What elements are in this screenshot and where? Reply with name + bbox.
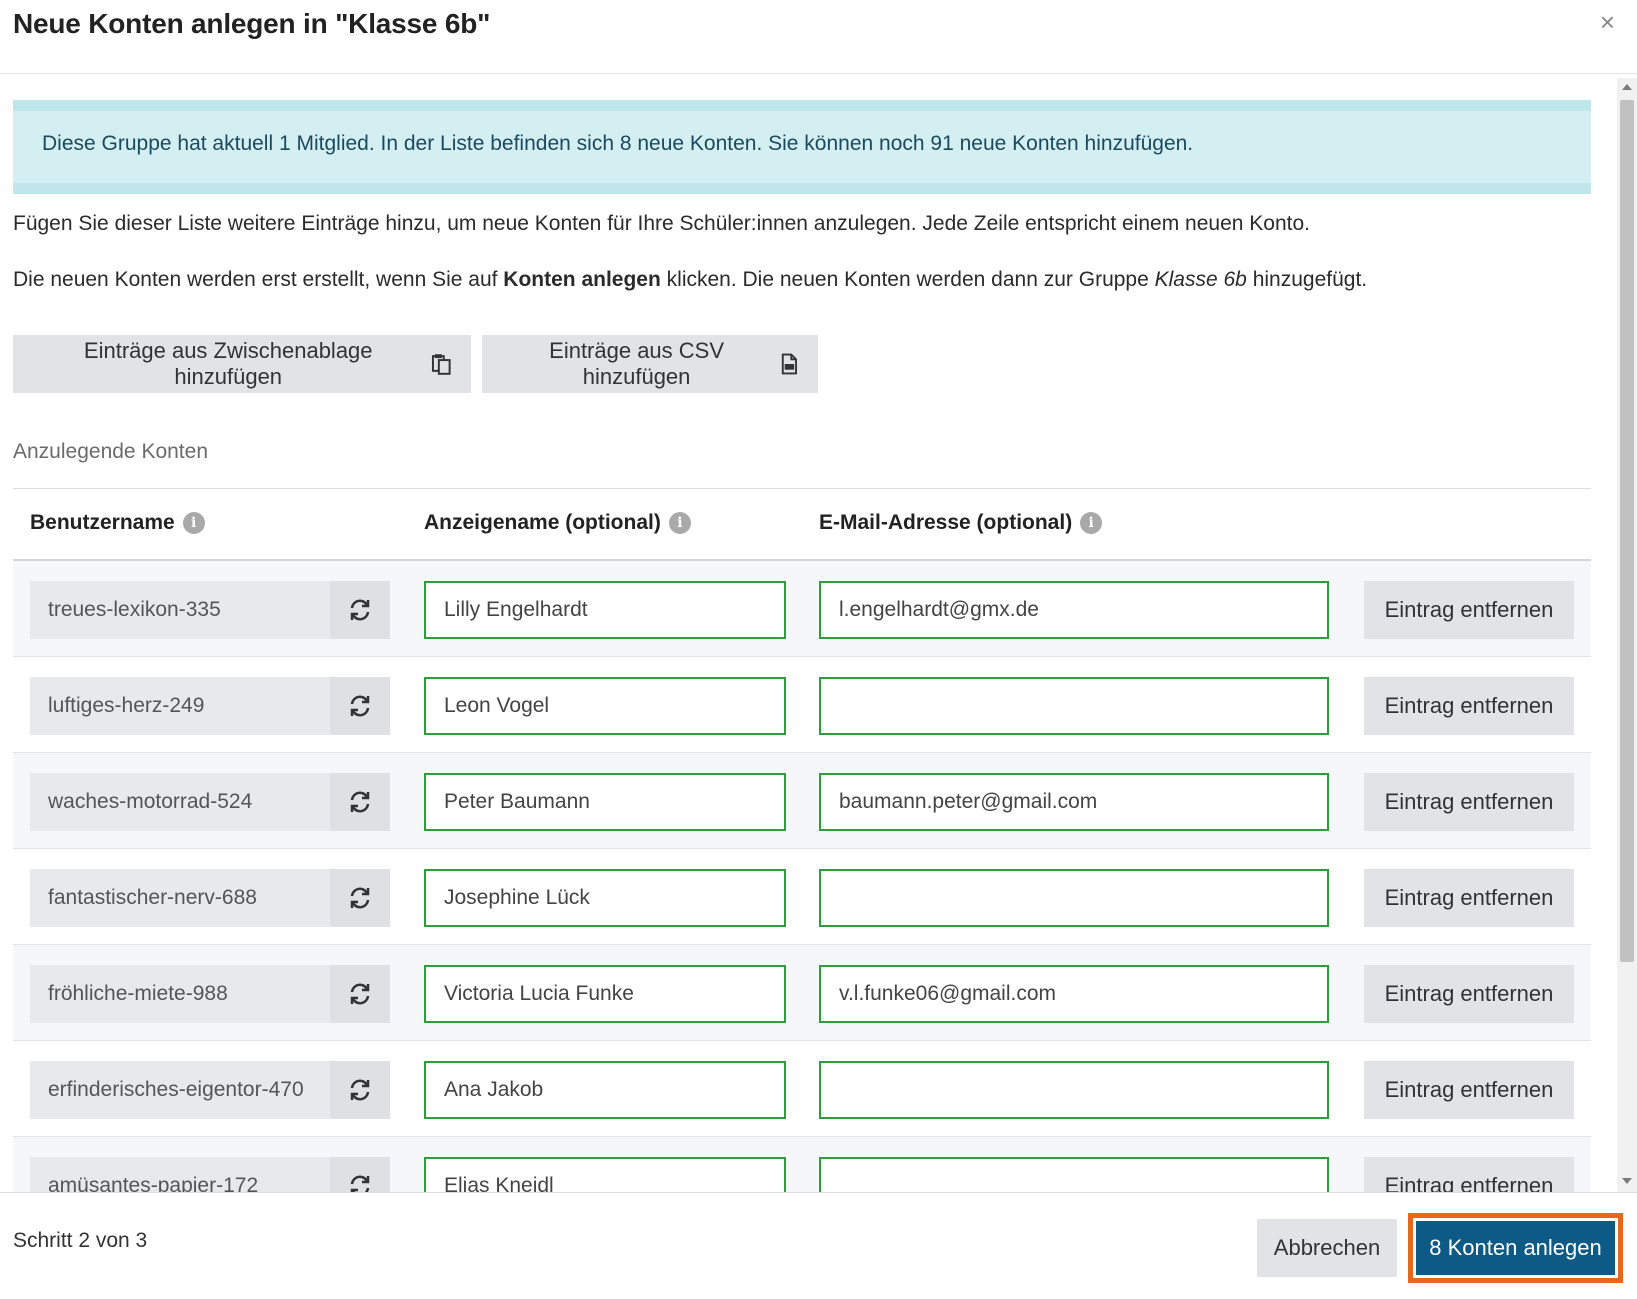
display-name-input[interactable]: Peter Baumann: [424, 773, 786, 831]
display-name-input[interactable]: Elias Kneidl: [424, 1157, 786, 1192]
create-accounts-button[interactable]: 8 Konten anlegen: [1416, 1221, 1615, 1275]
step-indicator: Schritt 2 von 3: [13, 1229, 148, 1252]
table-row: treues-lexikon-335 Lilly Engelhardt l.enge…: [13, 561, 1591, 657]
remove-entry-button[interactable]: Eintrag entfernen: [1364, 1157, 1574, 1192]
clipboard-icon: [432, 354, 452, 375]
dialog-header: Neue Konten anlegen in "Klasse 6b" ×: [0, 0, 1637, 74]
column-header-username: Benutzername i: [30, 511, 205, 535]
table-header: Benutzername i Anzeigename (optional) i …: [13, 488, 1591, 561]
username-field: fröhliche-miete-988: [30, 965, 390, 1023]
add-from-clipboard-label: Einträge aus Zwischenablage hinzufügen: [83, 338, 373, 389]
refresh-icon: [347, 981, 373, 1007]
accounts-table: Benutzername i Anzeigename (optional) i …: [13, 488, 1591, 1192]
regenerate-username-button[interactable]: [330, 581, 390, 639]
scrollbar-thumb[interactable]: [1620, 100, 1634, 962]
username-value: treues-lexikon-335: [48, 598, 221, 621]
remove-entry-button[interactable]: Eintrag entfernen: [1364, 581, 1574, 639]
regenerate-username-button[interactable]: [330, 1061, 390, 1119]
info-icon[interactable]: i: [1080, 512, 1103, 534]
scroll-up-arrow-icon[interactable]: [1622, 84, 1632, 90]
remove-entry-button[interactable]: Eintrag entfernen: [1364, 965, 1574, 1023]
remove-entry-button[interactable]: Eintrag entfernen: [1364, 869, 1574, 927]
remove-entry-button[interactable]: Eintrag entfernen: [1364, 773, 1574, 831]
email-input[interactable]: l.engelhardt@gmx.de: [819, 581, 1329, 639]
dialog-body: Diese Gruppe hat aktuell 1 Mitglied. In …: [0, 75, 1616, 1192]
regenerate-username-button[interactable]: [330, 677, 390, 735]
add-from-csv-label: Einträge aus CSV hinzufügen: [549, 338, 725, 389]
username-value: fantastischer-nerv-688: [48, 886, 257, 909]
column-header-email: E-Mail-Adresse (optional) i: [819, 511, 1103, 535]
email-input[interactable]: [819, 1157, 1329, 1192]
username-value: waches-motorrad-524: [48, 790, 253, 813]
intro-paragraph-2: Die neuen Konten werden erst erstellt, w…: [13, 268, 1368, 291]
info-alert-text: Diese Gruppe hat aktuell 1 Mitglied. In …: [42, 132, 1194, 155]
email-input[interactable]: [819, 677, 1329, 735]
email-input[interactable]: baumann.peter@gmail.com: [819, 773, 1329, 831]
username-field: luftiges-herz-249: [30, 677, 390, 735]
username-field: treues-lexikon-335: [30, 581, 390, 639]
add-from-csv-button[interactable]: Einträge aus CSV hinzufügen: [482, 335, 818, 393]
display-name-input[interactable]: Josephine Lück: [424, 869, 786, 927]
username-value: erfinderisches-eigentor-470: [48, 1078, 304, 1101]
display-name-input[interactable]: Victoria Lucia Funke: [424, 965, 786, 1023]
username-field: amüsantes-papier-172: [30, 1157, 390, 1192]
username-value: amüsantes-papier-172: [48, 1174, 259, 1192]
email-input[interactable]: [819, 1061, 1329, 1119]
username-value: fröhliche-miete-988: [48, 982, 228, 1005]
username-field: fantastischer-nerv-688: [30, 869, 390, 927]
regenerate-username-button[interactable]: [330, 965, 390, 1023]
remove-entry-button[interactable]: Eintrag entfernen: [1364, 1061, 1574, 1119]
email-input[interactable]: v.l.funke06@gmail.com: [819, 965, 1329, 1023]
display-name-input[interactable]: Ana Jakob: [424, 1061, 786, 1119]
regenerate-username-button[interactable]: [330, 1157, 390, 1192]
close-icon[interactable]: ×: [1600, 6, 1615, 38]
scroll-down-arrow-icon[interactable]: [1622, 1178, 1632, 1184]
remove-entry-button[interactable]: Eintrag entfernen: [1364, 677, 1574, 735]
table-row: waches-motorrad-524 Peter Baumann baumann.…: [13, 753, 1591, 849]
table-row: amüsantes-papier-172 Elias Kneidl Eintrag …: [13, 1137, 1591, 1192]
username-field: waches-motorrad-524: [30, 773, 390, 831]
table-body: treues-lexikon-335 Lilly Engelhardt l.enge…: [13, 561, 1591, 1192]
display-name-input[interactable]: Lilly Engelhardt: [424, 581, 786, 639]
add-from-clipboard-button[interactable]: Einträge aus Zwischenablage hinzufügen: [13, 335, 471, 393]
username-value: luftiges-herz-249: [48, 694, 205, 717]
dialog-footer: Schritt 2 von 3 Abbrechen 8 Konten anleg…: [0, 1192, 1637, 1299]
refresh-icon: [347, 1077, 373, 1103]
cancel-button[interactable]: Abbrechen: [1257, 1219, 1397, 1277]
csv-file-icon: [782, 353, 798, 375]
submit-button-highlight: 8 Konten anlegen: [1408, 1213, 1623, 1283]
email-input[interactable]: [819, 869, 1329, 927]
section-label: Anzulegende Konten: [13, 440, 208, 463]
info-icon[interactable]: i: [668, 512, 691, 534]
display-name-input[interactable]: Leon Vogel: [424, 677, 786, 735]
refresh-icon: [347, 597, 373, 623]
username-field: erfinderisches-eigentor-470: [30, 1061, 390, 1119]
vertical-scrollbar[interactable]: [1617, 78, 1637, 1192]
table-row: luftiges-herz-249 Leon Vogel Eintrag entfe…: [13, 657, 1591, 753]
column-header-display-name: Anzeigename (optional) i: [424, 511, 691, 535]
refresh-icon: [347, 1173, 373, 1192]
info-alert: Diese Gruppe hat aktuell 1 Mitglied. In …: [13, 100, 1591, 194]
regenerate-username-button[interactable]: [330, 773, 390, 831]
refresh-icon: [347, 885, 373, 911]
table-row: erfinderisches-eigentor-470 Ana Jakob Eint…: [13, 1041, 1591, 1137]
info-icon[interactable]: i: [182, 512, 205, 534]
table-row: fröhliche-miete-988 Victoria Lucia Funke v…: [13, 945, 1591, 1041]
refresh-icon: [347, 789, 373, 815]
intro-paragraph-1: Fügen Sie dieser Liste weitere Einträge …: [13, 212, 1310, 235]
dialog-title: Neue Konten anlegen in "Klasse 6b": [13, 8, 491, 39]
refresh-icon: [347, 693, 373, 719]
regenerate-username-button[interactable]: [330, 869, 390, 927]
table-row: fantastischer-nerv-688 Josephine Lück Eint…: [13, 849, 1591, 945]
